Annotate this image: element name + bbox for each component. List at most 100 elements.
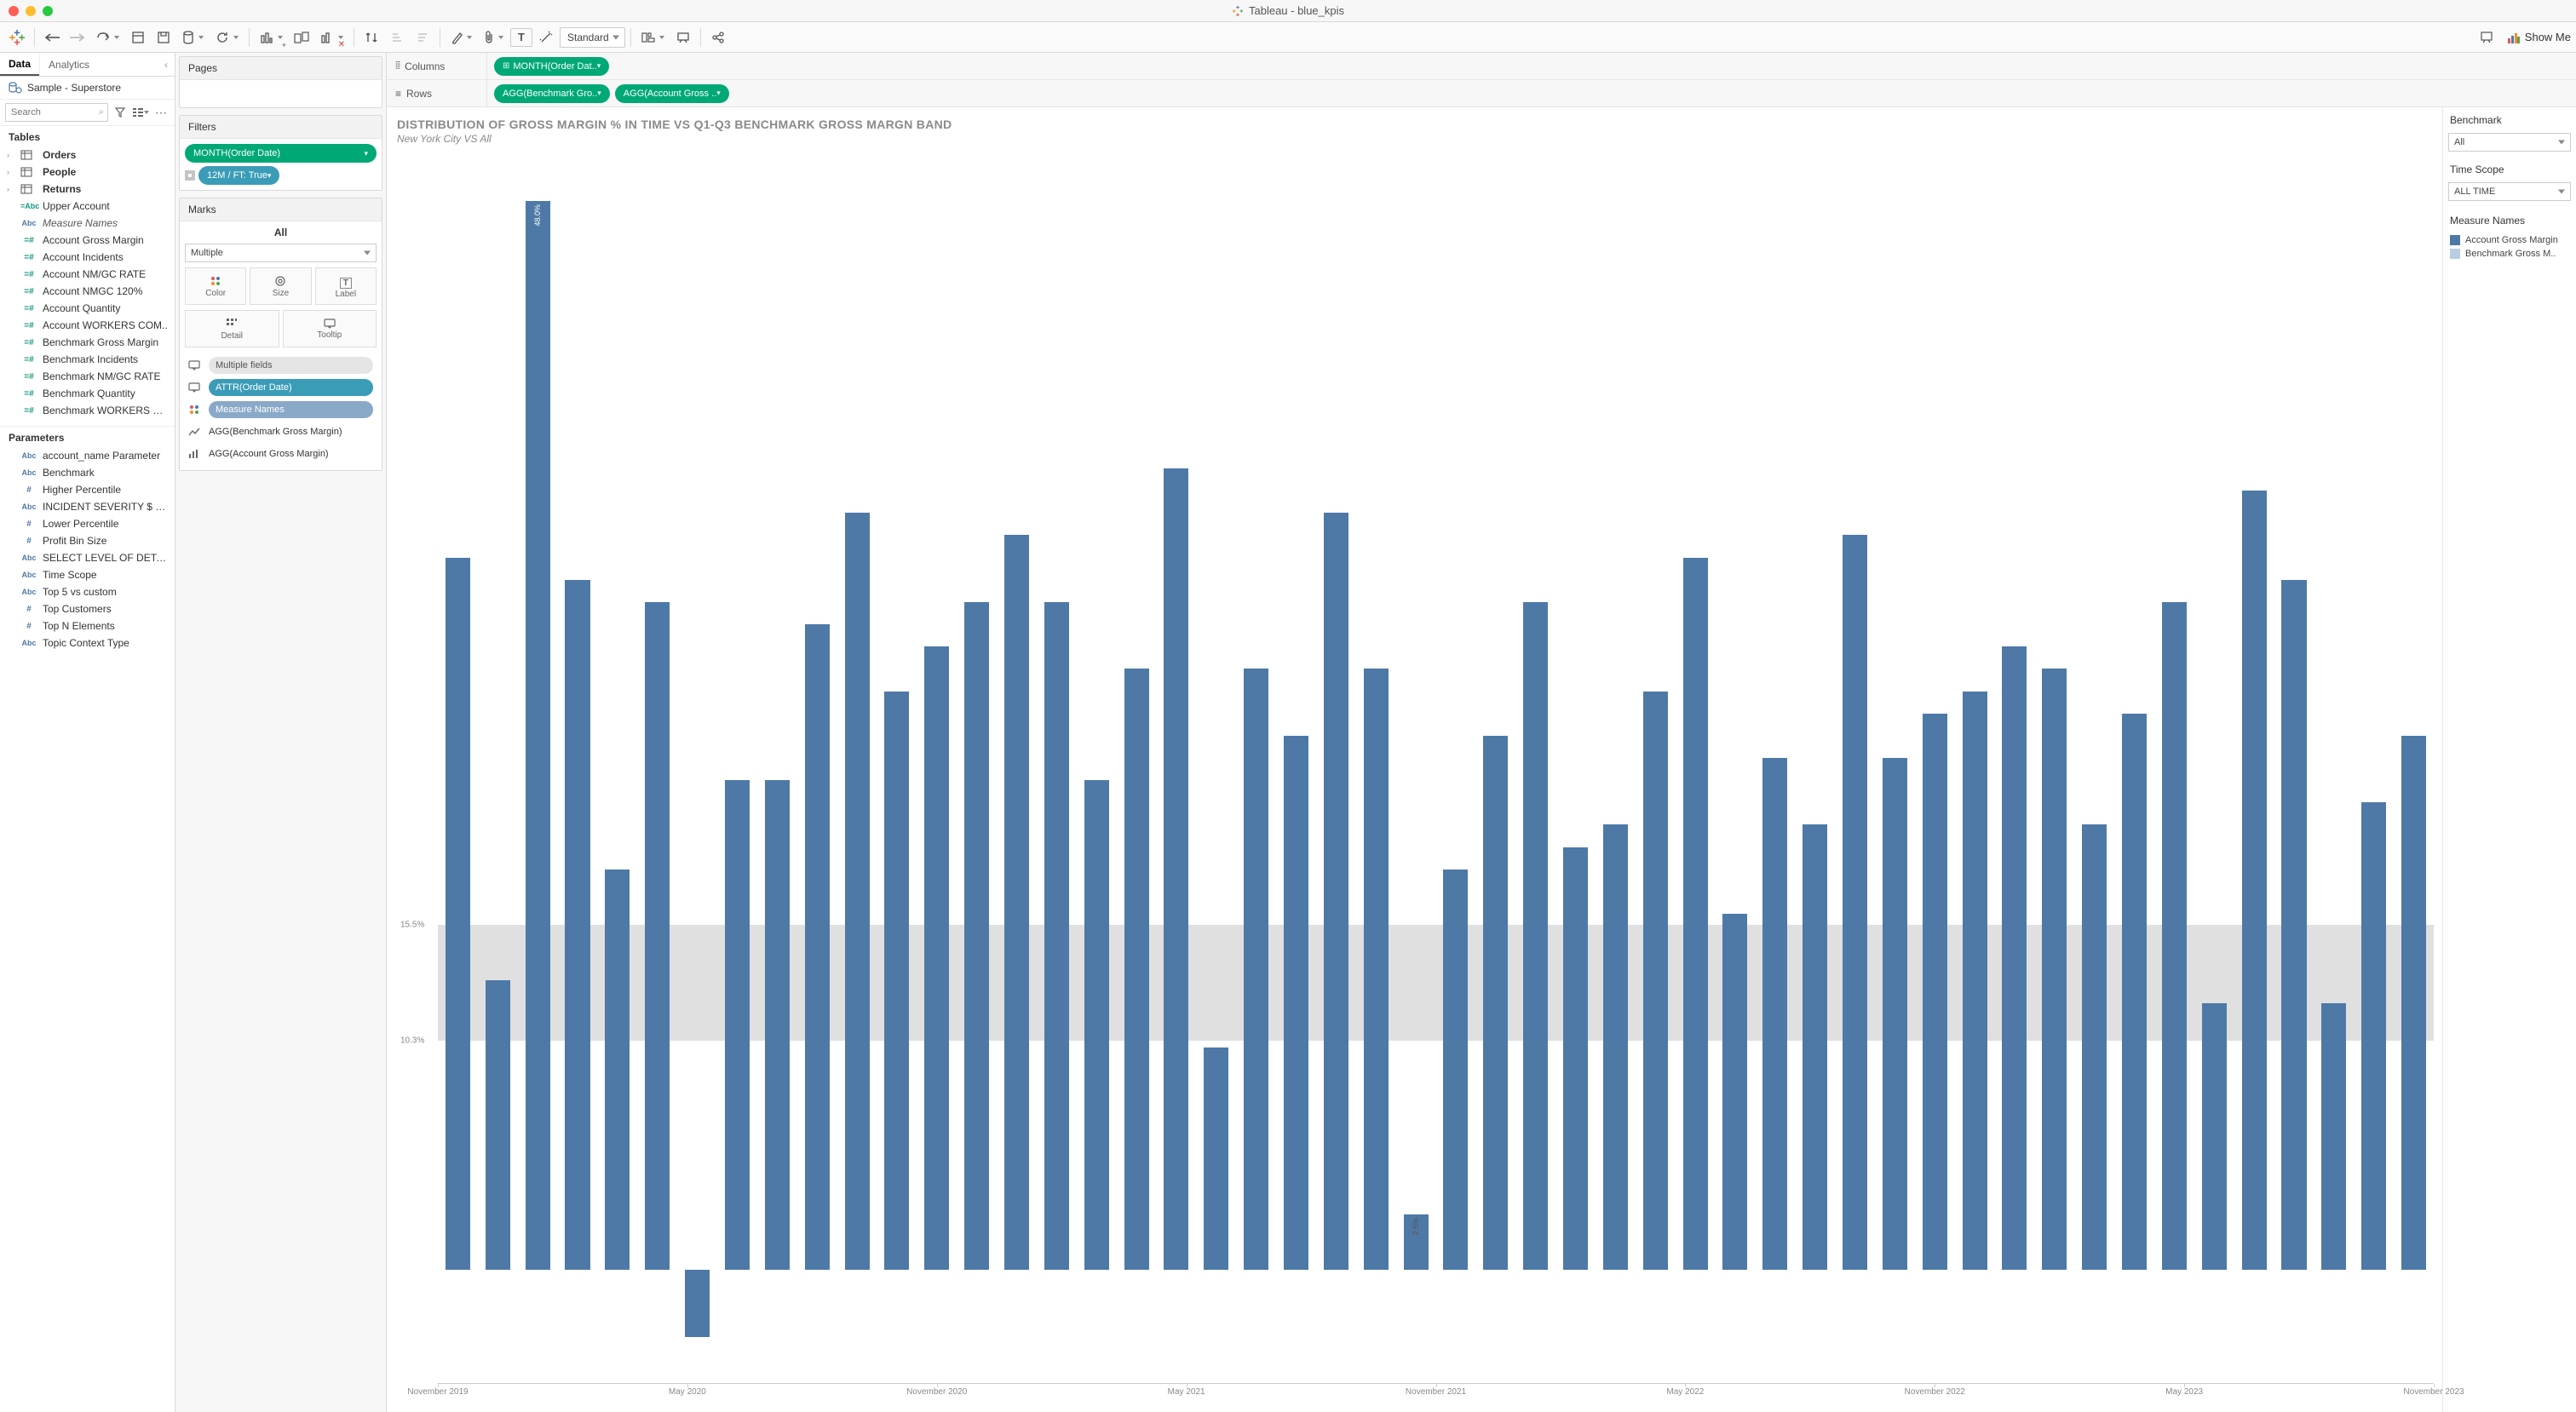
chart-bar[interactable] <box>2082 824 2107 1270</box>
chart-bar[interactable] <box>845 513 870 1270</box>
datasource-row[interactable]: Sample - Superstore <box>0 77 175 100</box>
field-row[interactable]: =#Account Incidents <box>3 249 171 266</box>
filter-pill[interactable]: MONTH(Order Date)▾ <box>185 144 377 163</box>
marks-type-select[interactable]: Multiple <box>185 244 377 262</box>
chart-bar[interactable] <box>565 580 589 1271</box>
chart-bar[interactable] <box>1044 602 1069 1270</box>
filter-icon[interactable] <box>112 104 129 121</box>
chart-bar[interactable] <box>2202 1003 2227 1271</box>
tab-data[interactable]: Data <box>0 53 39 76</box>
field-row[interactable]: AbcMeasure Names <box>3 215 171 232</box>
chart-bar[interactable] <box>2162 602 2187 1270</box>
presentation-button[interactable] <box>671 26 695 49</box>
field-row[interactable]: =#Benchmark NM/GC RATE <box>3 368 171 385</box>
field-row[interactable]: ›Orders <box>3 146 171 164</box>
mark-label-button[interactable]: TLabel <box>315 267 377 305</box>
chart-bar[interactable] <box>1004 535 1029 1270</box>
rows-shelf[interactable]: AGG(Benchmark Gro..▾ AGG(Account Gross ..… <box>487 84 2576 103</box>
chart-bar[interactable] <box>1523 602 1548 1270</box>
clear-sheet-icon[interactable]: ✕ <box>315 26 348 49</box>
mark-tooltip-button[interactable]: Tooltip <box>283 310 377 347</box>
chart-bar[interactable] <box>1324 513 1348 1270</box>
chart-bar[interactable] <box>526 201 550 1270</box>
legend-item[interactable]: Account Gross Margin <box>2448 233 2571 247</box>
show-me-button[interactable]: Show Me <box>2508 31 2571 43</box>
chart-bar[interactable] <box>2002 646 2027 1270</box>
chart-bar[interactable] <box>1284 736 1308 1270</box>
show-cards-button[interactable] <box>636 26 670 49</box>
find-icon[interactable]: ⋯ <box>152 104 170 121</box>
parameter-row[interactable]: AbcBenchmark <box>3 464 171 481</box>
chart-bar[interactable] <box>1563 847 1588 1271</box>
mark-size-button[interactable]: Size <box>250 267 311 305</box>
chart-bar[interactable] <box>1164 468 1188 1270</box>
rows-pill[interactable]: AGG(Account Gross ..▾ <box>615 84 729 103</box>
field-row[interactable]: =#Benchmark Incidents <box>3 351 171 368</box>
attach-button[interactable] <box>479 26 509 49</box>
mark-assignment-row[interactable]: Multiple fields <box>185 356 377 375</box>
parameter-row[interactable]: AbcTop 5 vs custom <box>3 583 171 600</box>
parameter-row[interactable]: Abcaccount_name Parameter <box>3 447 171 464</box>
new-sheet-button[interactable] <box>177 26 209 49</box>
undo-button[interactable] <box>40 26 64 49</box>
field-row[interactable]: =#Account Gross Margin <box>3 232 171 249</box>
parameter-row[interactable]: #Lower Percentile <box>3 515 171 532</box>
field-row[interactable]: =#Account NMGC 120% <box>3 283 171 300</box>
field-row[interactable]: ›Returns <box>3 181 171 198</box>
chart-bar[interactable] <box>1643 692 1668 1271</box>
chart-bar[interactable] <box>1883 758 1907 1270</box>
parameter-row[interactable]: #Profit Bin Size <box>3 532 171 549</box>
timescope-select[interactable]: ALL TIME <box>2448 182 2571 201</box>
parameter-row[interactable]: #Top Customers <box>3 600 171 617</box>
view-options-icon[interactable] <box>132 104 149 121</box>
mark-assignment-row[interactable]: AGG(Benchmark Gross Margin) <box>185 422 377 441</box>
chart-bar[interactable] <box>605 870 630 1271</box>
chart-bar[interactable] <box>2242 491 2267 1270</box>
marks-tab-all[interactable]: All <box>180 221 382 244</box>
parameter-row[interactable]: #Higher Percentile <box>3 481 171 498</box>
chart-bar[interactable] <box>645 602 670 1270</box>
parameter-row[interactable]: AbcTopic Context Type <box>3 634 171 651</box>
chart-bar[interactable] <box>2401 736 2426 1270</box>
save-button[interactable] <box>91 26 124 49</box>
chart-bar[interactable] <box>924 646 949 1270</box>
chart-bar[interactable] <box>1722 914 1747 1270</box>
chart-bar[interactable] <box>964 602 989 1270</box>
highlight-button[interactable] <box>446 26 477 49</box>
chart-bar[interactable] <box>1443 870 1468 1271</box>
parameter-row[interactable]: AbcSELECT LEVEL OF DETAIL <box>3 549 171 566</box>
chart-bar[interactable] <box>1603 824 1628 1270</box>
mark-detail-button[interactable]: Detail <box>185 310 279 347</box>
field-row[interactable]: =#Account NM/GC RATE <box>3 266 171 283</box>
label-button[interactable]: T <box>510 28 532 47</box>
field-row[interactable]: =#Account WORKERS COM.. <box>3 317 171 334</box>
chart-bar[interactable] <box>486 980 510 1270</box>
mark-assignment-row[interactable]: ATTR(Order Date) <box>185 378 377 397</box>
pages-shelf[interactable] <box>180 80 382 107</box>
chart-area[interactable]: 15.5% 10.3% 48.0%2.5% November 2019May 2… <box>397 157 2442 1405</box>
guide-me-icon[interactable] <box>2475 26 2499 49</box>
window-minimize[interactable] <box>26 6 36 16</box>
field-row[interactable]: =#Benchmark Gross Margin <box>3 334 171 351</box>
chart-bar[interactable] <box>446 558 470 1271</box>
legend-item[interactable]: Benchmark Gross M.. <box>2448 247 2571 261</box>
new-worksheet-icon[interactable]: + <box>255 26 288 49</box>
swap-button[interactable] <box>359 26 383 49</box>
chart-bar[interactable] <box>805 624 830 1270</box>
refresh-button[interactable] <box>210 26 244 49</box>
chart-bar[interactable] <box>1963 692 1987 1271</box>
rows-pill[interactable]: AGG(Benchmark Gro..▾ <box>494 84 610 103</box>
field-row[interactable]: =#Benchmark Quantity <box>3 385 171 402</box>
mark-assignment-row[interactable]: AGG(Account Gross Margin) <box>185 445 377 463</box>
field-row[interactable]: =#Benchmark WORKERS C... <box>3 402 171 419</box>
filters-shelf[interactable]: MONTH(Order Date)▾12M / FT: True▾ <box>180 139 382 190</box>
field-row[interactable]: ›People <box>3 164 171 181</box>
field-row[interactable]: =AbcUpper Account <box>3 198 171 215</box>
parameter-row[interactable]: #Top N Elements <box>3 617 171 634</box>
search-field[interactable]: ⌕ <box>5 103 108 122</box>
field-row[interactable]: =#Account Quantity <box>3 300 171 317</box>
benchmark-select[interactable]: All <box>2448 133 2571 152</box>
duplicate-sheet-icon[interactable] <box>290 26 313 49</box>
chart-bar[interactable] <box>1244 669 1268 1270</box>
sort-desc-button[interactable] <box>411 26 434 49</box>
